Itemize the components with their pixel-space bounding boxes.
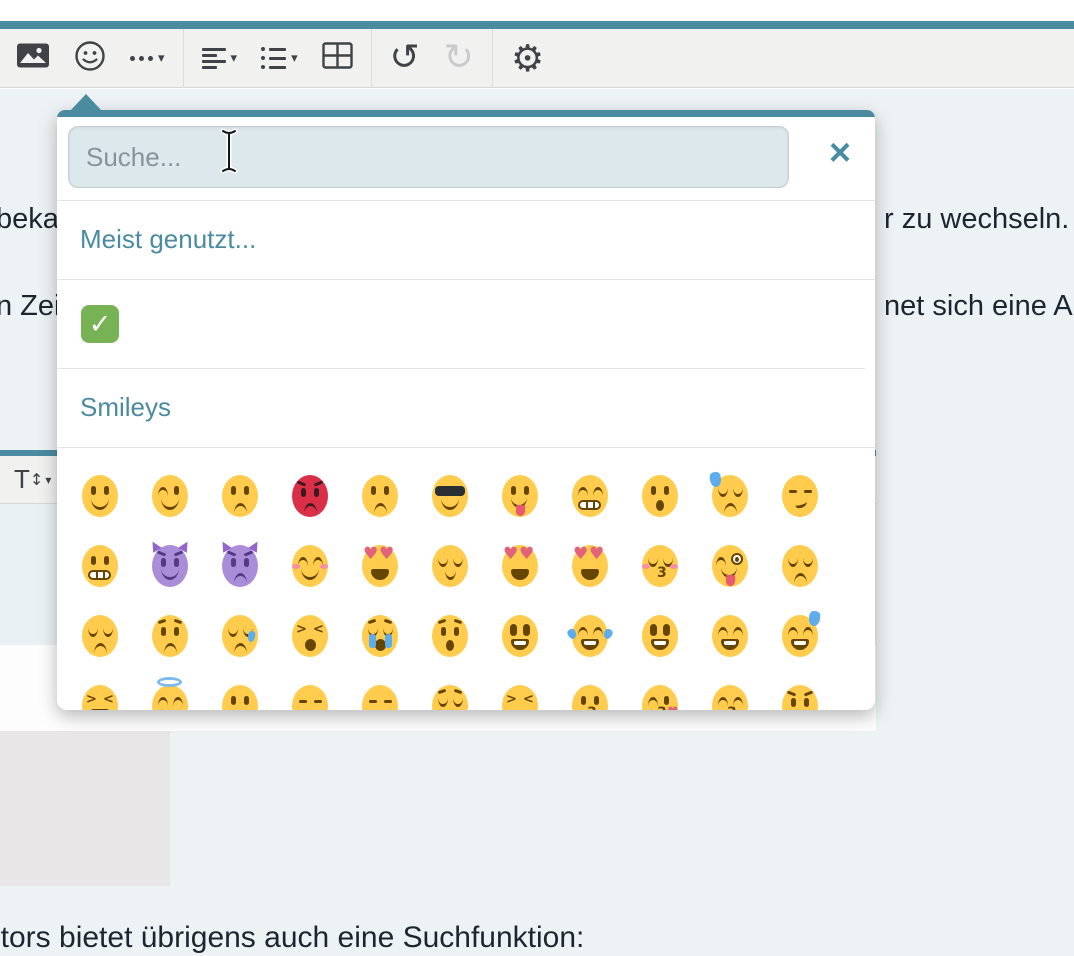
chevron-down-icon: ▾ [231, 51, 238, 66]
emoji-stuck_out_tongue[interactable] [485, 461, 555, 531]
emoji-search-input[interactable] [68, 126, 789, 188]
list-icon [261, 47, 286, 69]
close-icon[interactable]: × [821, 131, 859, 175]
background-text-fragment: r zu wechseln. [884, 203, 1069, 236]
table-icon [322, 42, 353, 74]
emoji-grinning[interactable] [485, 601, 555, 671]
background-text-fragment: net sich eine Au [884, 290, 1074, 323]
emoji-innocent[interactable] [135, 671, 205, 710]
emoji-relieved[interactable] [415, 531, 485, 601]
emoji-button[interactable] [62, 29, 118, 88]
popup-accent-border [57, 110, 875, 117]
toolbar-separator [183, 29, 184, 88]
background-image-placeholder [0, 731, 170, 886]
fontsize-button[interactable]: T ↕ ▾ [14, 464, 51, 495]
emoji-unamused[interactable] [345, 671, 415, 710]
emoji-grid: ♥♥♥♥♥♥3><><><~33♥3 [57, 448, 865, 710]
redo-button[interactable]: ↻ [432, 29, 486, 88]
emoji-smile[interactable] [695, 601, 765, 671]
emoji-downcast_sweat[interactable] [695, 461, 765, 531]
insert-image-button[interactable] [4, 29, 62, 88]
emoji-sunglasses[interactable] [415, 461, 485, 531]
emoji-pouting[interactable] [275, 461, 345, 531]
gear-icon: ⚙ [511, 40, 544, 77]
emoji-slightly_smiling[interactable] [65, 461, 135, 531]
chevron-down-icon: ▾ [45, 474, 51, 486]
emoji-open_mouth[interactable] [625, 461, 695, 531]
emoji-heart_eyes_3[interactable]: ♥♥ [555, 531, 625, 601]
emoji-grin[interactable] [555, 461, 625, 531]
image-icon [16, 42, 50, 74]
emoji-laughing[interactable]: >< [65, 671, 135, 710]
updown-arrow-icon: ↕ [30, 472, 43, 488]
emoji-grid: ✓ [57, 280, 865, 369]
emoji-confounded[interactable]: ><~ [485, 671, 555, 710]
emoji-pensive[interactable] [65, 601, 135, 671]
emoji-neutral_face[interactable] [205, 671, 275, 710]
emoji-tired_face[interactable]: >< [275, 601, 345, 671]
emoji-heart_eyes[interactable]: ♥♥ [345, 531, 415, 601]
emoji-joy[interactable] [555, 601, 625, 671]
emoji-expressionless[interactable] [275, 671, 345, 710]
unordered-list-button[interactable]: ▾ [249, 29, 310, 88]
emoji-white_check_mark[interactable]: ✓ [65, 289, 135, 359]
emoji-worried[interactable] [135, 601, 205, 671]
emoji-search-row: × [57, 117, 875, 201]
background-text-fragment: beka [0, 203, 59, 236]
smiley-icon [74, 40, 106, 77]
emoji-stuck_out_tongue_winking_eye[interactable] [695, 531, 765, 601]
editor-toolbar: ▾ ▾ ▾ ↺ ↻ ⚙ [0, 29, 1074, 88]
emoji-kissing[interactable]: 3 [555, 671, 625, 710]
ellipsis-icon [130, 56, 153, 61]
toolbar-separator [492, 29, 493, 88]
emoji-sleepy[interactable] [205, 601, 275, 671]
background-text-fragment: itors bietet übrigens auch eine Suchfunk… [0, 921, 584, 955]
more-formatting-button[interactable]: ▾ [118, 29, 177, 88]
page: { "accent": "#4a8ba0", "toolbar": { "gro… [0, 0, 1074, 956]
align-left-icon [202, 48, 226, 69]
emoji-kissing_heart[interactable]: 3♥ [625, 671, 695, 710]
emoji-heart_eyes_2[interactable]: ♥♥ [485, 531, 555, 601]
chevron-down-icon: ▾ [291, 51, 298, 66]
emoji-sob[interactable] [345, 601, 415, 671]
redo-icon: ↻ [444, 40, 474, 76]
emoji-section-title: Meist genutzt... [57, 201, 875, 280]
emoji-sweat_smile[interactable] [765, 601, 835, 671]
emoji-sad_relieved[interactable] [415, 671, 485, 710]
emoji-grimacing[interactable] [65, 531, 135, 601]
emoji-section-title: Smileys [57, 369, 875, 448]
emoji-angry[interactable] [765, 671, 835, 710]
emoji-blush[interactable] [275, 531, 345, 601]
check-mark-emoji: ✓ [81, 305, 119, 343]
align-button[interactable]: ▾ [190, 29, 250, 88]
toolbar-separator [371, 29, 372, 88]
emoji-smirk[interactable] [765, 461, 835, 531]
emoji-picker-popup: × Meist genutzt...✓Smileys♥♥♥♥♥♥3><><><~… [57, 110, 875, 710]
background-text-fragment: n Zei [0, 290, 60, 323]
emoji-slightly_frowning[interactable] [205, 461, 275, 531]
emoji-confused[interactable] [345, 461, 415, 531]
settings-button[interactable]: ⚙ [499, 29, 556, 88]
emoji-imp[interactable] [205, 531, 275, 601]
chevron-down-icon: ▾ [158, 51, 165, 66]
emoji-wink[interactable] [135, 461, 205, 531]
emoji-kissing_smiling_eyes[interactable]: 3 [695, 671, 765, 710]
popup-caret [70, 94, 102, 111]
table-button[interactable] [310, 29, 365, 88]
emoji-astonished[interactable] [415, 601, 485, 671]
undo-button[interactable]: ↺ [378, 29, 432, 88]
emoji-disappointed[interactable] [765, 531, 835, 601]
undo-icon: ↺ [390, 40, 420, 76]
emoji-kissing_closed_eyes[interactable]: 3 [625, 531, 695, 601]
emoji-smiley[interactable] [625, 601, 695, 671]
fontsize-label: T [14, 464, 30, 495]
emoji-smiling_imp[interactable] [135, 531, 205, 601]
